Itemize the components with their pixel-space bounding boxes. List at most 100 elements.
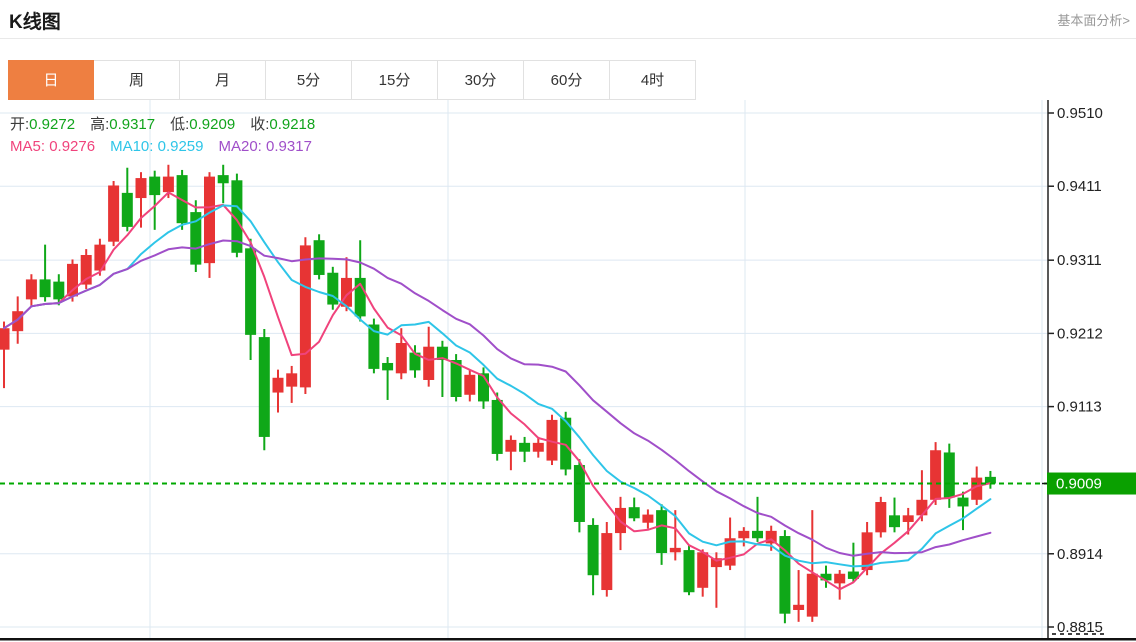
candle-body-up: [0, 328, 10, 350]
candle[interactable]: [39, 244, 51, 302]
candle[interactable]: [25, 274, 37, 307]
candle-body-down: [258, 337, 270, 437]
candle[interactable]: [0, 321, 10, 389]
candle-body-up: [162, 176, 174, 193]
candle-body-up: [697, 552, 709, 588]
y-tick-label: 0.9113: [1057, 399, 1102, 416]
candle-body-down: [656, 510, 668, 554]
ma5-legend: MA5: 0.9276: [10, 138, 95, 155]
candle[interactable]: [286, 365, 298, 403]
candle[interactable]: [354, 240, 366, 322]
candle-body-up: [642, 514, 654, 523]
ma5-line: [3, 191, 992, 591]
candle[interactable]: [313, 234, 325, 280]
candle-body-up: [395, 343, 407, 374]
candle[interactable]: [601, 521, 613, 597]
candle-body-up: [204, 176, 215, 264]
candle[interactable]: [190, 200, 202, 273]
ma20-label: MA20:: [218, 138, 267, 155]
candle-body-up: [299, 245, 311, 388]
candle[interactable]: [738, 527, 750, 547]
candle[interactable]: [149, 170, 161, 230]
tab-5min[interactable]: 5分: [266, 60, 352, 100]
candle-body-up: [834, 573, 846, 584]
ma20-value: 0.9317: [266, 138, 312, 155]
candle[interactable]: [258, 328, 270, 451]
candle[interactable]: [436, 340, 448, 397]
candle[interactable]: [505, 435, 517, 471]
tab-60min[interactable]: 60分: [524, 60, 610, 100]
ma5-label: MA5:: [10, 138, 50, 155]
ma20-legend: MA20: 0.9317: [219, 138, 312, 155]
candle[interactable]: [628, 497, 640, 522]
candle[interactable]: [820, 565, 832, 588]
candle[interactable]: [752, 496, 763, 542]
tab-30min[interactable]: 30分: [438, 60, 524, 100]
candle-body-up: [875, 502, 887, 533]
candle[interactable]: [519, 436, 531, 463]
candle[interactable]: [587, 518, 599, 596]
ohlc-open-label: 开:: [10, 116, 30, 133]
tab-day[interactable]: 日: [8, 60, 94, 100]
candle-body-down: [889, 515, 900, 528]
candle-body-up: [25, 279, 37, 300]
candle[interactable]: [108, 181, 120, 247]
candle[interactable]: [656, 504, 668, 565]
ma5-value: 0.9276: [49, 138, 96, 155]
candle[interactable]: [204, 172, 215, 278]
candle-body-down: [957, 497, 969, 507]
candle[interactable]: [765, 525, 777, 551]
candle[interactable]: [957, 491, 969, 531]
y-tick-label: 0.9510: [1057, 105, 1103, 122]
candle[interactable]: [423, 326, 435, 387]
tab-month[interactable]: 月: [180, 60, 266, 100]
candle-body-down: [943, 452, 955, 498]
ohlc-high-value: 0.9317: [109, 116, 156, 133]
candle-body-down: [149, 176, 161, 196]
ohlc-open-value: 0.9272: [29, 116, 76, 133]
candle-body-up: [532, 442, 544, 452]
tab-4hour[interactable]: 4时: [610, 60, 696, 100]
candle[interactable]: [642, 509, 654, 529]
candle[interactable]: [217, 164, 229, 204]
timeframe-tabbar: 日周月 5分 15分 30分 60分 4时: [8, 60, 696, 100]
candle[interactable]: [930, 442, 942, 505]
candle[interactable]: [272, 369, 284, 413]
candle[interactable]: [121, 167, 133, 232]
candle[interactable]: [806, 510, 818, 622]
candle[interactable]: [875, 496, 887, 538]
x-axis-line: [0, 638, 1136, 641]
candle[interactable]: [793, 570, 805, 622]
ohlc-legend: 开:0.9272 高:0.9317 低:0.9209 收:0.9218: [10, 113, 330, 134]
candle-body-down: [628, 507, 640, 519]
candle-body-down: [217, 175, 229, 184]
candle-body-up: [464, 374, 476, 395]
ohlc-low: 低:0.9209: [170, 116, 235, 133]
ohlc-low-label: 低:: [170, 116, 190, 133]
candle[interactable]: [779, 530, 791, 624]
candle[interactable]: [464, 370, 476, 402]
candle[interactable]: [916, 470, 928, 522]
tab-week[interactable]: 周: [94, 60, 180, 100]
candle[interactable]: [889, 497, 900, 533]
candle-body-up: [423, 346, 435, 380]
ohlc-high-label: 高:: [90, 116, 110, 133]
tab-15min[interactable]: 15分: [352, 60, 438, 100]
candle-body-up: [738, 530, 750, 539]
ohlc-open: 开:0.9272: [10, 116, 75, 133]
candle[interactable]: [382, 357, 394, 400]
candle[interactable]: [984, 470, 996, 489]
candle[interactable]: [847, 542, 859, 582]
y-tick-label: 0.8914: [1057, 546, 1103, 563]
y-tick-label: 0.9212: [1057, 325, 1103, 342]
ma10-label: MA10:: [110, 138, 158, 155]
candle-body-up: [601, 533, 613, 591]
candle[interactable]: [245, 238, 257, 361]
candle[interactable]: [697, 549, 709, 597]
candle[interactable]: [683, 544, 695, 596]
candle[interactable]: [834, 570, 846, 600]
candle[interactable]: [327, 266, 339, 310]
candle[interactable]: [724, 517, 736, 571]
candle-body-up: [793, 604, 805, 610]
candle-body-down: [683, 550, 695, 593]
